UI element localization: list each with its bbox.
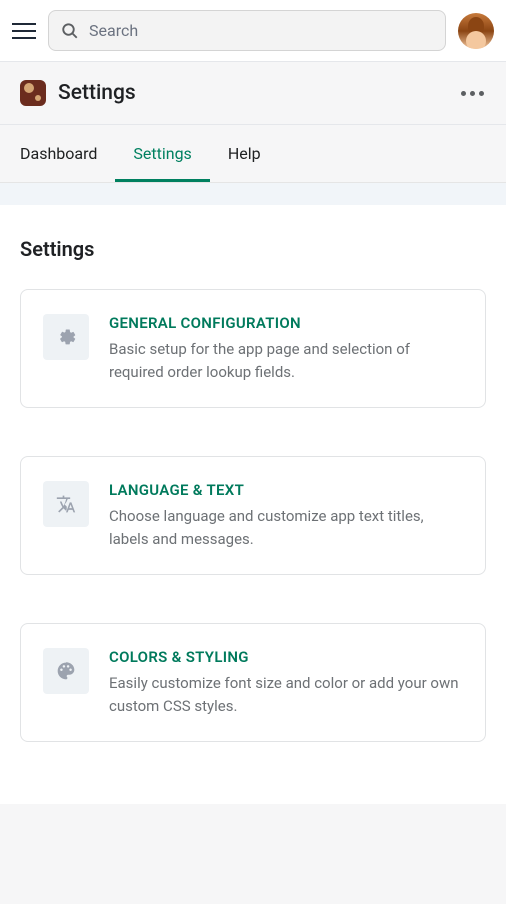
app-icon (20, 80, 46, 106)
card-title: GENERAL CONFIGURATION (109, 314, 463, 332)
more-icon[interactable] (457, 87, 488, 100)
gear-icon (56, 327, 76, 347)
search-input[interactable]: Search (48, 10, 446, 51)
tab-help[interactable]: Help (210, 125, 279, 182)
card-general-configuration[interactable]: GENERAL CONFIGURATION Basic setup for th… (20, 289, 486, 408)
top-bar: Search (0, 0, 506, 62)
card-desc: Easily customize font size and color or … (109, 672, 463, 717)
tab-settings[interactable]: Settings (115, 125, 209, 182)
divider-bar (0, 183, 506, 205)
card-content: LANGUAGE & TEXT Choose language and cust… (109, 481, 463, 550)
title-left: Settings (20, 80, 136, 106)
card-colors-styling[interactable]: COLORS & STYLING Easily customize font s… (20, 623, 486, 742)
content: Settings GENERAL CONFIGURATION Basic set… (0, 205, 506, 774)
palette-icon (56, 661, 76, 681)
card-desc: Basic setup for the app page and selecti… (109, 338, 463, 383)
card-icon-box (43, 648, 89, 694)
card-icon-box (43, 314, 89, 360)
content-title: Settings (20, 237, 486, 261)
card-desc: Choose language and customize app text t… (109, 505, 463, 550)
card-title: LANGUAGE & TEXT (109, 481, 463, 499)
language-icon (56, 494, 76, 514)
title-row: Settings (0, 62, 506, 125)
tabs: Dashboard Settings Help (0, 125, 506, 183)
card-title: COLORS & STYLING (109, 648, 463, 666)
search-icon (61, 22, 79, 40)
avatar[interactable] (458, 13, 494, 49)
page-title: Settings (58, 81, 136, 105)
search-placeholder: Search (89, 21, 138, 40)
card-language-text[interactable]: LANGUAGE & TEXT Choose language and cust… (20, 456, 486, 575)
footer-area (0, 804, 506, 904)
card-icon-box (43, 481, 89, 527)
card-content: GENERAL CONFIGURATION Basic setup for th… (109, 314, 463, 383)
menu-icon[interactable] (12, 19, 36, 43)
tab-dashboard[interactable]: Dashboard (20, 125, 115, 182)
card-content: COLORS & STYLING Easily customize font s… (109, 648, 463, 717)
